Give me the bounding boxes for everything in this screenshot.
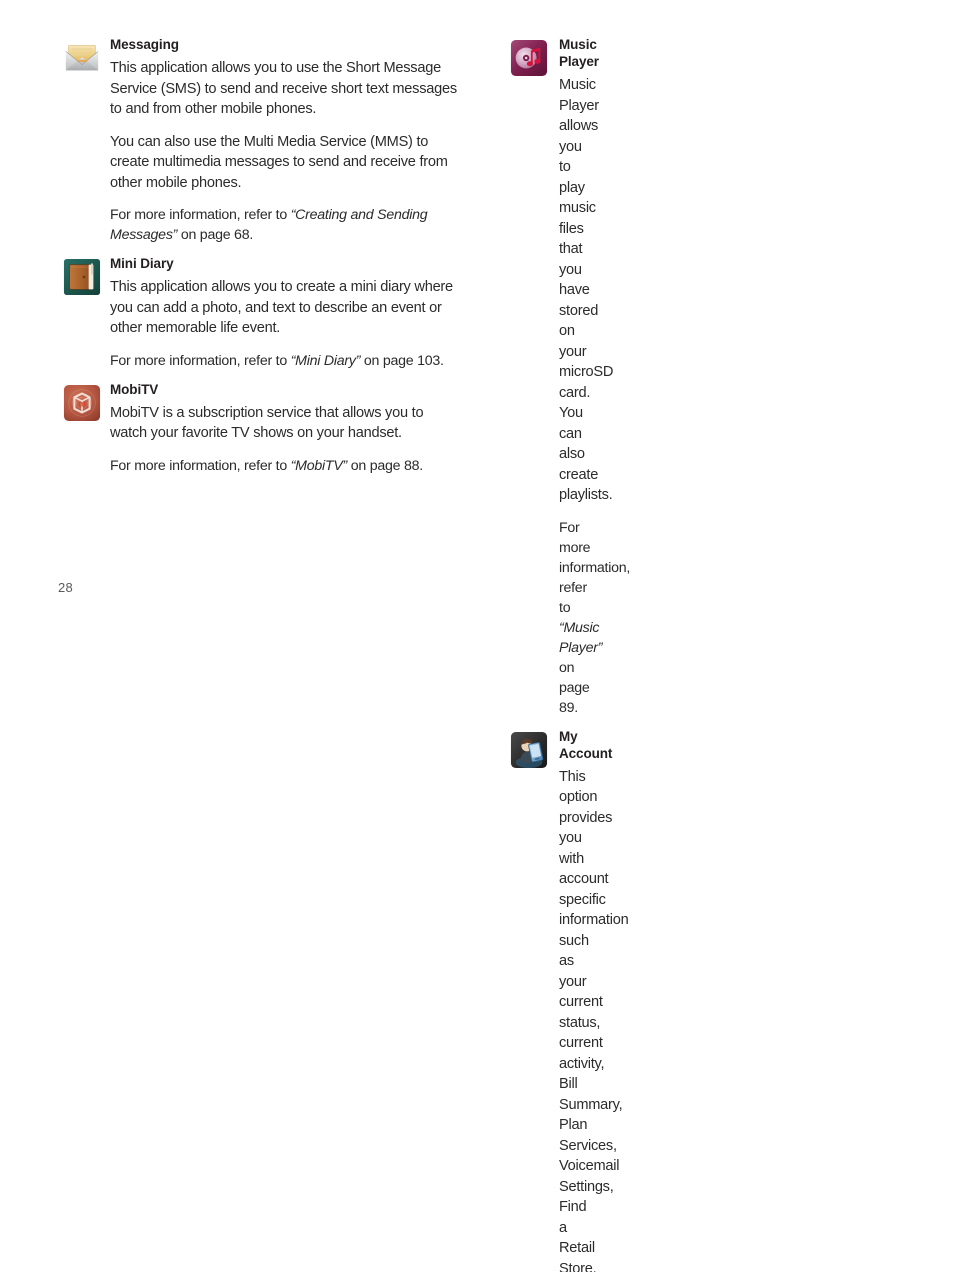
app-entry-mini-diary: Mini Diary This application allows you t…	[63, 255, 463, 371]
entry-body: Mini Diary This application allows you t…	[110, 255, 463, 371]
entry-body: Messaging This application allows you to…	[110, 36, 463, 245]
app-entry-mobitv: m MobiTV MobiTV is a subscription servic…	[63, 381, 463, 476]
music-disc-icon	[510, 39, 548, 77]
entry-body: MobiTV MobiTV is a subscription service …	[110, 381, 463, 476]
reference-target: “Music Player”	[559, 619, 603, 656]
app-entry-messaging: Messaging This application allows you to…	[63, 36, 463, 245]
entry-paragraph: MobiTV is a subscription service that al…	[110, 404, 424, 442]
reference-suffix: on page 68.	[177, 227, 254, 243]
entry-paragraph: This application allows you to use the S…	[110, 60, 457, 117]
entry-title: Messaging	[110, 37, 179, 52]
cross-reference: For more information, refer to “MobiTV” …	[110, 456, 463, 476]
entry-title: MobiTV	[110, 381, 159, 397]
reference-suffix: on page 89.	[559, 659, 590, 716]
entry-title: Mini Diary	[110, 256, 174, 271]
reference-prefix: For more information, refer to	[110, 352, 291, 369]
reference-prefix: For more information, refer to	[559, 519, 631, 616]
reference-target: “Mini Diary”	[290, 352, 361, 369]
cross-reference: For more information, refer to “Creating…	[110, 205, 463, 245]
entry-paragraph: You can also use the Multi Media Service…	[110, 133, 448, 191]
two-column-layout: Messaging This application allows you to…	[0, 36, 954, 1272]
reference-target: “MobiTV”	[290, 457, 348, 474]
svg-text:m: m	[78, 398, 86, 408]
entry-paragraph: This application allows you to create a …	[110, 279, 453, 336]
page-number: 28	[58, 580, 74, 595]
reference-suffix: on page 103.	[360, 352, 444, 369]
account-person-icon	[510, 731, 548, 769]
mobitv-cube-icon: m	[63, 384, 101, 422]
manual-page: Messaging This application allows you to…	[0, 0, 954, 1272]
reference-prefix: For more information, refer to	[110, 457, 291, 474]
cross-reference: For more information, refer to “Mini Dia…	[110, 351, 463, 371]
reference-prefix: For more information, refer to	[110, 207, 291, 223]
envelope-icon	[63, 39, 101, 77]
diary-book-icon	[63, 258, 101, 296]
reference-suffix: on page 88.	[347, 457, 423, 474]
